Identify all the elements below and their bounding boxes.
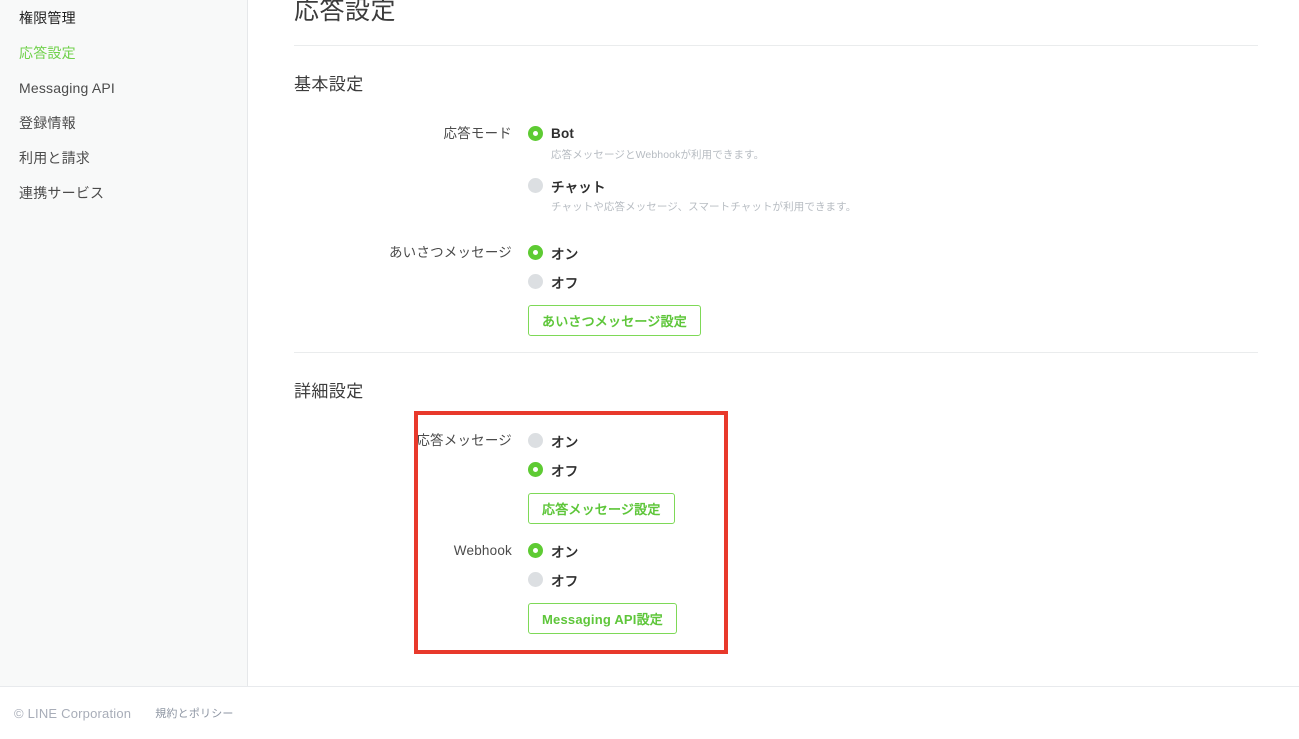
section-title-detail: 詳細設定 bbox=[294, 382, 364, 401]
radio-option-webhook-off[interactable]: オフ bbox=[528, 570, 677, 589]
sidebar-item-permissions[interactable]: 権限管理 bbox=[0, 0, 247, 35]
field-label-greeting-message: あいさつメッセージ bbox=[388, 245, 512, 260]
reply-message-settings-button[interactable]: 応答メッセージ設定 bbox=[528, 493, 675, 524]
radio-option-greeting-on[interactable]: オン bbox=[528, 243, 701, 262]
sidebar-item-label: 登録情報 bbox=[19, 114, 76, 131]
divider-top bbox=[294, 45, 1258, 46]
field-label-webhook: Webhook bbox=[453, 543, 512, 558]
radio-group-response-mode: Bot 応答メッセージとWebhookが利用できます。 チャット チャットや応答… bbox=[528, 124, 856, 214]
radio-label: オフ bbox=[551, 463, 579, 479]
section-title-basic: 基本設定 bbox=[294, 75, 364, 94]
divider-middle bbox=[294, 352, 1258, 353]
sidebar-item-label: 利用と請求 bbox=[19, 149, 90, 166]
radio-label: チャット bbox=[551, 179, 606, 195]
page-title: 応答設定 bbox=[294, 0, 397, 25]
radio-option-reply-on[interactable]: オン bbox=[528, 431, 675, 450]
radio-label: Bot bbox=[551, 126, 575, 141]
sidebar-item-usage-billing[interactable]: 利用と請求 bbox=[0, 140, 247, 175]
radio-label: オフ bbox=[551, 573, 579, 589]
radio-block-chat: チャット チャットや応答メッセージ、スマートチャットが利用できます。 bbox=[528, 176, 856, 214]
radio-label: オン bbox=[551, 246, 579, 262]
field-row-reply-message: 応答メッセージ オン オフ 応答メッセージ設定 bbox=[294, 431, 675, 524]
radio-group-reply-message: オン オフ 応答メッセージ設定 bbox=[528, 431, 675, 524]
radio-selected-icon bbox=[528, 126, 543, 141]
radio-option-bot[interactable]: Bot bbox=[528, 124, 856, 143]
field-row-greeting-message: あいさつメッセージ オン オフ あいさつメッセージ設定 bbox=[294, 243, 701, 336]
sidebar-item-label: 連携サービス bbox=[19, 184, 105, 201]
sidebar-item-linked-services[interactable]: 連携サービス bbox=[0, 175, 247, 210]
radio-unselected-icon bbox=[528, 274, 543, 289]
response-settings-page: 権限管理 応答設定 Messaging API 登録情報 利用と請求 連携サービ… bbox=[0, 0, 1299, 739]
radio-label: オン bbox=[551, 544, 579, 560]
messaging-api-settings-button[interactable]: Messaging API設定 bbox=[528, 603, 677, 634]
field-row-webhook: Webhook オン オフ Messaging API設定 bbox=[294, 541, 677, 634]
radio-selected-icon bbox=[528, 245, 543, 260]
radio-group-webhook: オン オフ Messaging API設定 bbox=[528, 541, 677, 634]
footer-terms-policy-link[interactable]: 規約とポリシー bbox=[155, 705, 233, 721]
radio-label: オン bbox=[551, 434, 579, 450]
footer-copyright: © LINE Corporation bbox=[14, 705, 132, 721]
sidebar-nav-list: 権限管理 応答設定 Messaging API 登録情報 利用と請求 連携サービ… bbox=[0, 0, 247, 210]
radio-option-greeting-off[interactable]: オフ bbox=[528, 272, 701, 291]
radio-selected-icon bbox=[528, 462, 543, 477]
radio-label: オフ bbox=[551, 275, 579, 291]
sidebar: 権限管理 応答設定 Messaging API 登録情報 利用と請求 連携サービ… bbox=[0, 0, 248, 686]
sidebar-item-label: 権限管理 bbox=[19, 9, 76, 26]
sidebar-item-response-settings[interactable]: 応答設定 bbox=[0, 35, 247, 70]
radio-unselected-icon bbox=[528, 178, 543, 193]
field-label-reply-message: 応答メッセージ bbox=[416, 433, 512, 448]
greeting-message-settings-button[interactable]: あいさつメッセージ設定 bbox=[528, 305, 701, 336]
radio-description-chat: チャットや応答メッセージ、スマートチャットが利用できます。 bbox=[551, 201, 857, 213]
radio-option-webhook-on[interactable]: オン bbox=[528, 541, 677, 560]
radio-description-bot: 応答メッセージとWebhookが利用できます。 bbox=[551, 149, 765, 161]
sidebar-item-label: Messaging API bbox=[19, 79, 115, 96]
radio-selected-icon bbox=[528, 543, 543, 558]
radio-option-chat[interactable]: チャット bbox=[528, 176, 856, 195]
sidebar-item-registration-info[interactable]: 登録情報 bbox=[0, 105, 247, 140]
main-content: 応答設定 基本設定 応答モード Bot 応答メッセージとWebhookが利用でき… bbox=[248, 0, 1299, 686]
sidebar-item-messaging-api[interactable]: Messaging API bbox=[0, 70, 247, 105]
sidebar-item-label: 応答設定 bbox=[19, 44, 76, 61]
content-frame: 権限管理 応答設定 Messaging API 登録情報 利用と請求 連携サービ… bbox=[0, 0, 1299, 687]
radio-group-greeting-message: オン オフ あいさつメッセージ設定 bbox=[528, 243, 701, 336]
radio-unselected-icon bbox=[528, 572, 543, 587]
footer: © LINE Corporation 規約とポリシー bbox=[0, 687, 1299, 739]
field-label-response-mode: 応答モード bbox=[443, 126, 512, 141]
radio-block-bot: Bot 応答メッセージとWebhookが利用できます。 bbox=[528, 124, 856, 162]
radio-unselected-icon bbox=[528, 433, 543, 448]
radio-option-reply-off[interactable]: オフ bbox=[528, 460, 675, 479]
field-row-response-mode: 応答モード Bot 応答メッセージとWebhookが利用できます。 チャット チ… bbox=[294, 124, 856, 214]
